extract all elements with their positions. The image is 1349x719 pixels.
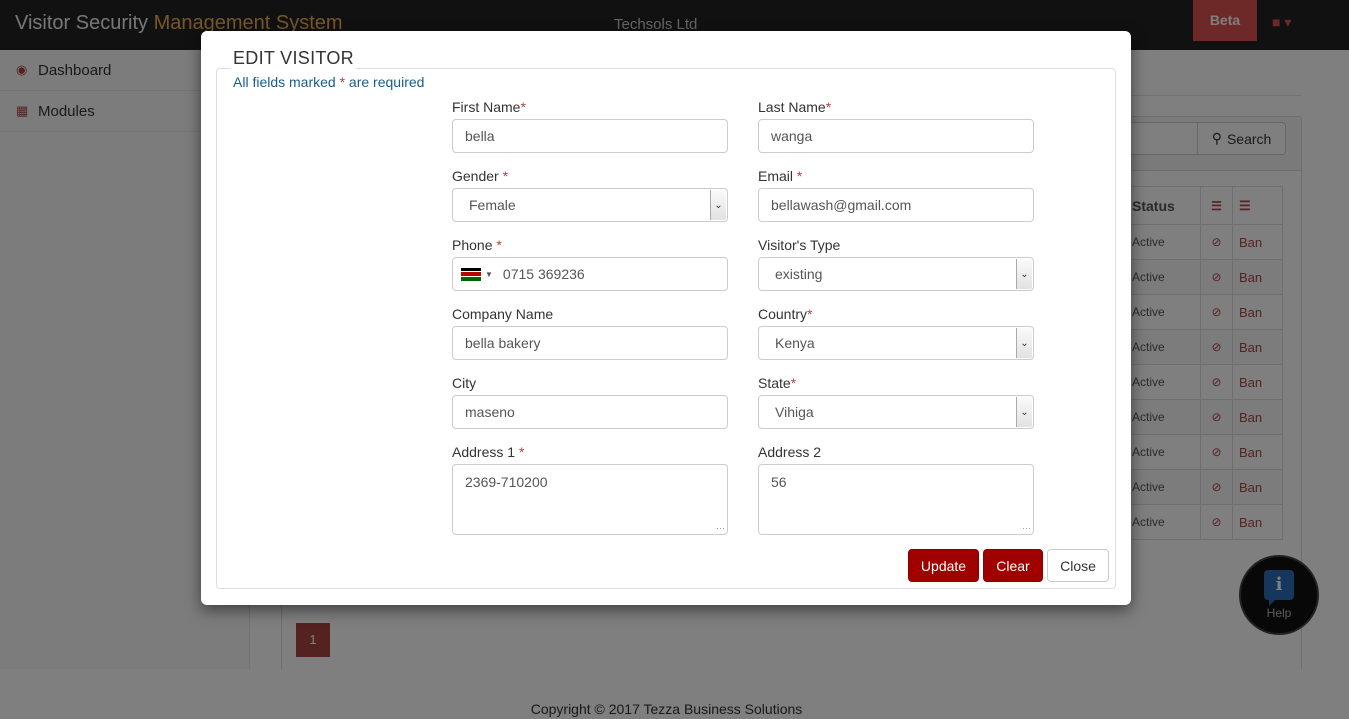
required-star: * (496, 237, 502, 253)
chevron-down-icon[interactable]: ▼ (485, 270, 493, 279)
select-value: Vihiga (775, 404, 814, 420)
phone-label: Phone * (452, 237, 728, 257)
phone-input[interactable]: ▼ 0715 369236 (452, 257, 728, 291)
label-text: State (758, 375, 791, 391)
label-text: First Name (452, 99, 521, 115)
last-name-group: Last Name* wanga (758, 99, 1034, 153)
state-label: State* (758, 375, 1034, 395)
required-star: * (520, 99, 526, 115)
label-text: Email (758, 168, 797, 184)
edit-visitor-modal: EDIT VISITOR All fields marked * are req… (201, 31, 1131, 605)
required-star: * (796, 168, 803, 184)
select-value: Kenya (775, 335, 815, 351)
label-text: Phone (452, 237, 497, 253)
address1-textarea[interactable]: 2369-710200 ⋯ (452, 464, 728, 535)
clear-button[interactable]: Clear (983, 549, 1043, 582)
address2-group: Address 2 56 ⋯ (758, 444, 1034, 535)
city-group: City maseno (452, 375, 728, 429)
resize-handle-icon[interactable]: ⋯ (716, 524, 725, 533)
modal-title: EDIT VISITOR (231, 48, 356, 69)
select-value: Female (469, 197, 516, 213)
gender-group: Gender * Female ⌄ (452, 168, 728, 222)
company-group: Company Name bella bakery (452, 306, 728, 360)
address2-textarea[interactable]: 56 ⋯ (758, 464, 1034, 535)
select-value: existing (775, 266, 823, 282)
phone-group: Phone * ▼ 0715 369236 (452, 237, 728, 291)
required-star: * (502, 168, 509, 184)
label-text: Country (758, 306, 808, 322)
gender-select[interactable]: Female ⌄ (452, 188, 728, 222)
close-button[interactable]: Close (1047, 549, 1109, 582)
required-star: * (790, 375, 797, 391)
country-label: Country* (758, 306, 1034, 326)
country-group: Country* Kenya ⌄ (758, 306, 1034, 360)
country-select[interactable]: Kenya ⌄ (758, 326, 1034, 360)
resize-handle-icon[interactable]: ⋯ (1022, 524, 1031, 533)
first-name-group: First Name* bella (452, 99, 728, 153)
required-star: * (825, 99, 832, 115)
visitor-type-select[interactable]: existing ⌄ (758, 257, 1034, 291)
address2-label: Address 2 (758, 444, 822, 460)
required-star: * (518, 444, 525, 460)
company-label: Company Name (452, 306, 554, 322)
label-text: Gender (452, 168, 503, 184)
city-label: City (452, 375, 477, 391)
state-select[interactable]: Vihiga ⌄ (758, 395, 1034, 429)
last-name-label: Last Name* (758, 99, 1034, 119)
company-input[interactable]: bella bakery (452, 326, 728, 360)
textarea-value: 2369-710200 (465, 474, 548, 490)
kenya-flag-icon[interactable] (461, 267, 481, 281)
chevron-down-icon: ⌄ (1016, 259, 1032, 289)
chevron-down-icon: ⌄ (1016, 397, 1032, 427)
gender-label: Gender * (452, 168, 728, 188)
textarea-value: 56 (771, 474, 787, 490)
label-text: Last Name (758, 99, 826, 115)
chevron-down-icon: ⌄ (1016, 328, 1032, 358)
required-star: * (807, 306, 813, 322)
required-note: All fields marked * are required (233, 74, 425, 90)
state-group: State* Vihiga ⌄ (758, 375, 1034, 429)
required-note-text: are required (345, 74, 425, 90)
first-name-label: First Name* (452, 99, 728, 119)
email-group: Email * bellawash@gmail.com (758, 168, 1034, 222)
email-input[interactable]: bellawash@gmail.com (758, 188, 1034, 222)
update-button[interactable]: Update (908, 549, 979, 582)
chevron-down-icon: ⌄ (710, 190, 726, 220)
city-input[interactable]: maseno (452, 395, 728, 429)
visitor-type-group: Visitor's Type existing ⌄ (758, 237, 1034, 291)
address1-group: Address 1 * 2369-710200 ⋯ (452, 444, 728, 535)
last-name-input[interactable]: wanga (758, 119, 1034, 153)
email-label: Email * (758, 168, 1034, 188)
label-text: Address 1 (452, 444, 519, 460)
visitor-type-label: Visitor's Type (758, 237, 841, 253)
address1-label: Address 1 * (452, 444, 728, 464)
required-note-text: All fields marked (233, 74, 340, 90)
phone-value: 0715 369236 (502, 266, 585, 282)
first-name-input[interactable]: bella (452, 119, 728, 153)
